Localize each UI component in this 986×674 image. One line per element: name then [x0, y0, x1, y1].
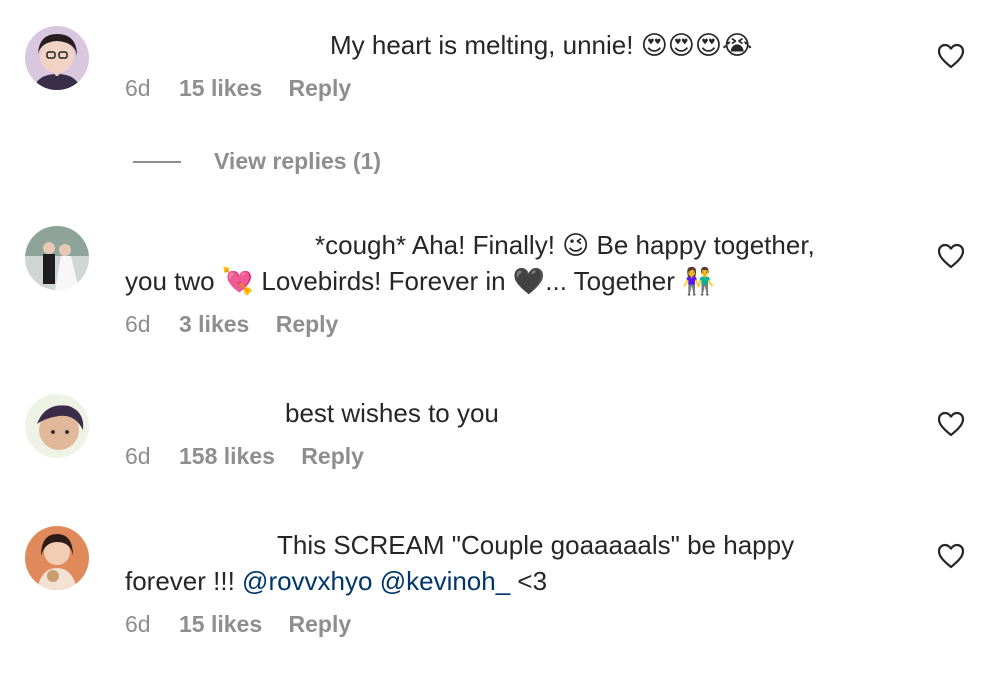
- likes-count[interactable]: 15 likes: [179, 611, 262, 637]
- comment-text-line-1: *cough* Aha! Finally! 😉 Be happy togethe…: [315, 230, 815, 260]
- reply-button[interactable]: Reply: [301, 443, 364, 469]
- timestamp: 6d: [125, 611, 151, 637]
- view-replies-label: View replies (1): [214, 148, 382, 174]
- comment-text-line-2: you two 💘 Lovebirds! Forever in 🖤... Tog…: [125, 266, 715, 296]
- heart-outline-icon[interactable]: [937, 243, 965, 269]
- comment-meta: 6d 15 likes Reply: [125, 611, 905, 638]
- heart-outline-icon[interactable]: [937, 543, 965, 569]
- avatar[interactable]: [25, 394, 89, 458]
- reply-button[interactable]: Reply: [276, 311, 339, 337]
- reply-button[interactable]: Reply: [289, 611, 352, 637]
- likes-count[interactable]: 15 likes: [179, 75, 262, 101]
- comment-text: best wishes to you: [285, 398, 499, 428]
- timestamp: 6d: [125, 75, 151, 101]
- comment-meta: 6d 3 likes Reply: [125, 311, 905, 338]
- timestamp: 6d: [125, 311, 151, 337]
- likes-count[interactable]: 158 likes: [179, 443, 275, 469]
- likes-count[interactable]: 3 likes: [179, 311, 249, 337]
- comment-text: My heart is melting, unnie! 😍😍😍😭: [330, 30, 753, 60]
- reply-button[interactable]: Reply: [289, 75, 352, 101]
- avatar[interactable]: [25, 26, 89, 90]
- heart-outline-icon[interactable]: [937, 411, 965, 437]
- comment-meta: 6d 15 likes Reply: [125, 75, 905, 102]
- comment-meta: 6d 158 likes Reply: [125, 443, 905, 470]
- view-replies-button[interactable]: View replies (1): [133, 148, 381, 175]
- timestamp: 6d: [125, 443, 151, 469]
- mention-link[interactable]: @kevinoh_: [380, 566, 510, 596]
- avatar[interactable]: [25, 526, 89, 590]
- heart-outline-icon[interactable]: [937, 43, 965, 69]
- comment-text-line-1: This SCREAM "Couple goaaaaals" be happy: [277, 530, 795, 560]
- comment-text-line-2: forever !!! @rovvxhyo @kevinoh_ <3: [125, 566, 548, 596]
- view-replies-divider: [133, 160, 181, 163]
- avatar[interactable]: [25, 226, 89, 290]
- mention-link[interactable]: @rovvxhyo: [242, 566, 372, 596]
